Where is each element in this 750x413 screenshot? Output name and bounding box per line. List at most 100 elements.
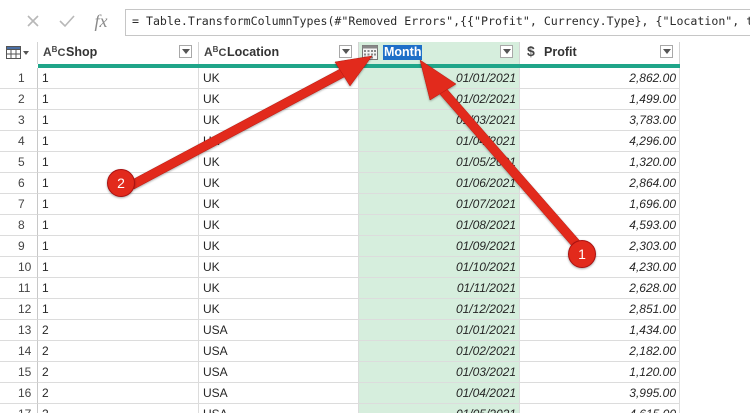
cell-month[interactable]: 01/11/2021 bbox=[359, 278, 520, 299]
table-row[interactable]: 172USA01/05/20214,615.00 bbox=[0, 404, 750, 413]
row-index[interactable]: 1 bbox=[0, 68, 38, 89]
cell-shop[interactable]: 2 bbox=[38, 383, 199, 404]
table-row[interactable]: 12 1 UK 01/12/2021 2,851.00 bbox=[0, 299, 750, 320]
table-row[interactable]: 10 1 UK 01/10/2021 4,230.00 bbox=[0, 257, 750, 278]
row-index[interactable]: 13 bbox=[0, 320, 38, 341]
cell-profit[interactable]: 1,320.00 bbox=[520, 152, 680, 173]
cell-location[interactable]: USA bbox=[199, 383, 359, 404]
cell-shop[interactable]: 1 bbox=[38, 131, 199, 152]
cell-location[interactable]: UK bbox=[199, 152, 359, 173]
cell-shop[interactable]: 1 bbox=[38, 194, 199, 215]
cell-location[interactable]: USA bbox=[199, 362, 359, 383]
row-index[interactable]: 16 bbox=[0, 383, 38, 404]
table-row[interactable]: 1 1 UK 01/01/2021 2,862.00 bbox=[0, 68, 750, 89]
cell-location[interactable]: UK bbox=[199, 68, 359, 89]
cell-shop[interactable]: 1 bbox=[38, 68, 199, 89]
cell-month[interactable]: 01/01/2021 bbox=[359, 68, 520, 89]
cell-month[interactable]: 01/02/2021 bbox=[359, 341, 520, 362]
cancel-formula-button[interactable] bbox=[18, 6, 48, 36]
cell-shop[interactable]: 1 bbox=[38, 236, 199, 257]
formula-input[interactable]: = Table.TransformColumnTypes(#"Removed E… bbox=[125, 9, 750, 36]
text-type-icon[interactable]: ABC bbox=[43, 45, 65, 59]
cell-profit[interactable]: 2,628.00 bbox=[520, 278, 680, 299]
cell-location[interactable]: UK bbox=[199, 257, 359, 278]
column-header-location[interactable]: ABC Location bbox=[199, 42, 359, 64]
cell-month[interactable]: 01/01/2021 bbox=[359, 320, 520, 341]
confirm-formula-button[interactable] bbox=[52, 6, 82, 36]
chevron-down-icon[interactable] bbox=[500, 45, 513, 58]
cell-shop[interactable]: 1 bbox=[38, 110, 199, 131]
cell-profit[interactable]: 3,783.00 bbox=[520, 110, 680, 131]
table-row[interactable]: 3 1 UK 01/03/2021 3,783.00 bbox=[0, 110, 750, 131]
text-type-icon[interactable]: ABC bbox=[204, 45, 226, 59]
table-row[interactable]: 7 1 UK 01/07/2021 1,696.00 bbox=[0, 194, 750, 215]
cell-location[interactable]: UK bbox=[199, 89, 359, 110]
row-index[interactable]: 17 bbox=[0, 404, 38, 413]
row-index[interactable]: 9 bbox=[0, 236, 38, 257]
cell-month[interactable]: 01/05/2021 bbox=[359, 152, 520, 173]
cell-month[interactable]: 01/03/2021 bbox=[359, 362, 520, 383]
cell-profit[interactable]: 1,696.00 bbox=[520, 194, 680, 215]
cell-month[interactable]: 01/09/2021 bbox=[359, 236, 520, 257]
cell-month[interactable]: 01/06/2021 bbox=[359, 173, 520, 194]
table-menu-button[interactable] bbox=[0, 42, 38, 64]
cell-shop[interactable]: 2 bbox=[38, 320, 199, 341]
cell-location[interactable]: UK bbox=[199, 278, 359, 299]
cell-profit[interactable]: 2,864.00 bbox=[520, 173, 680, 194]
currency-type-icon[interactable]: $ bbox=[527, 43, 535, 59]
cell-month[interactable]: 01/03/2021 bbox=[359, 110, 520, 131]
row-index[interactable]: 5 bbox=[0, 152, 38, 173]
chevron-down-icon[interactable] bbox=[660, 45, 673, 58]
row-index[interactable]: 7 bbox=[0, 194, 38, 215]
chevron-down-icon[interactable] bbox=[339, 45, 352, 58]
column-header-shop[interactable]: ABC Shop bbox=[38, 42, 199, 64]
cell-location[interactable]: UK bbox=[199, 131, 359, 152]
cell-month[interactable]: 01/05/2021 bbox=[359, 404, 520, 413]
row-index[interactable]: 2 bbox=[0, 89, 38, 110]
table-row[interactable]: 4 1 UK 01/04/2021 4,296.00 bbox=[0, 131, 750, 152]
cell-month[interactable]: 01/04/2021 bbox=[359, 383, 520, 404]
row-index[interactable]: 15 bbox=[0, 362, 38, 383]
cell-location[interactable]: USA bbox=[199, 341, 359, 362]
table-row[interactable]: 15 2 USA 01/03/2021 1,120.00 bbox=[0, 362, 750, 383]
cell-location[interactable]: UK bbox=[199, 173, 359, 194]
cell-profit[interactable]: 2,851.00 bbox=[520, 299, 680, 320]
cell-shop[interactable]: 2 bbox=[38, 362, 199, 383]
column-header-month[interactable]: Month bbox=[359, 42, 520, 64]
row-index[interactable]: 8 bbox=[0, 215, 38, 236]
cell-shop[interactable]: 1 bbox=[38, 257, 199, 278]
cell-month[interactable]: 01/07/2021 bbox=[359, 194, 520, 215]
cell-shop[interactable]: 1 bbox=[38, 215, 199, 236]
cell-shop[interactable]: 1 bbox=[38, 278, 199, 299]
table-row[interactable]: 5 1 UK 01/05/2021 1,320.00 bbox=[0, 152, 750, 173]
cell-profit[interactable]: 2,303.00 bbox=[520, 236, 680, 257]
cell-month[interactable]: 01/10/2021 bbox=[359, 257, 520, 278]
cell-location[interactable]: UK bbox=[199, 215, 359, 236]
cell-location[interactable]: UK bbox=[199, 236, 359, 257]
row-index[interactable]: 14 bbox=[0, 341, 38, 362]
insert-function-button[interactable]: fx bbox=[86, 6, 116, 36]
column-name-month[interactable]: Month bbox=[383, 45, 423, 60]
chevron-down-icon[interactable] bbox=[179, 45, 192, 58]
row-index[interactable]: 12 bbox=[0, 299, 38, 320]
cell-profit[interactable]: 4,593.00 bbox=[520, 215, 680, 236]
cell-location[interactable]: UK bbox=[199, 194, 359, 215]
calendar-icon[interactable] bbox=[362, 45, 378, 63]
row-index[interactable]: 3 bbox=[0, 110, 38, 131]
cell-location[interactable]: USA bbox=[199, 320, 359, 341]
column-header-profit[interactable]: $ Profit bbox=[520, 42, 680, 64]
table-row[interactable]: 8 1 UK 01/08/2021 4,593.00 bbox=[0, 215, 750, 236]
row-index[interactable]: 11 bbox=[0, 278, 38, 299]
cell-month[interactable]: 01/08/2021 bbox=[359, 215, 520, 236]
cell-profit[interactable]: 1,434.00 bbox=[520, 320, 680, 341]
table-row[interactable]: 13 2 USA 01/01/2021 1,434.00 bbox=[0, 320, 750, 341]
row-index[interactable]: 10 bbox=[0, 257, 38, 278]
cell-shop[interactable]: 2 bbox=[38, 341, 199, 362]
cell-month[interactable]: 01/04/2021 bbox=[359, 131, 520, 152]
row-index[interactable]: 4 bbox=[0, 131, 38, 152]
table-row[interactable]: 11 1 UK 01/11/2021 2,628.00 bbox=[0, 278, 750, 299]
table-row[interactable]: 9 1 UK 01/09/2021 2,303.00 bbox=[0, 236, 750, 257]
cell-location[interactable]: UK bbox=[199, 110, 359, 131]
cell-month[interactable]: 01/02/2021 bbox=[359, 89, 520, 110]
cell-profit[interactable]: 1,499.00 bbox=[520, 89, 680, 110]
